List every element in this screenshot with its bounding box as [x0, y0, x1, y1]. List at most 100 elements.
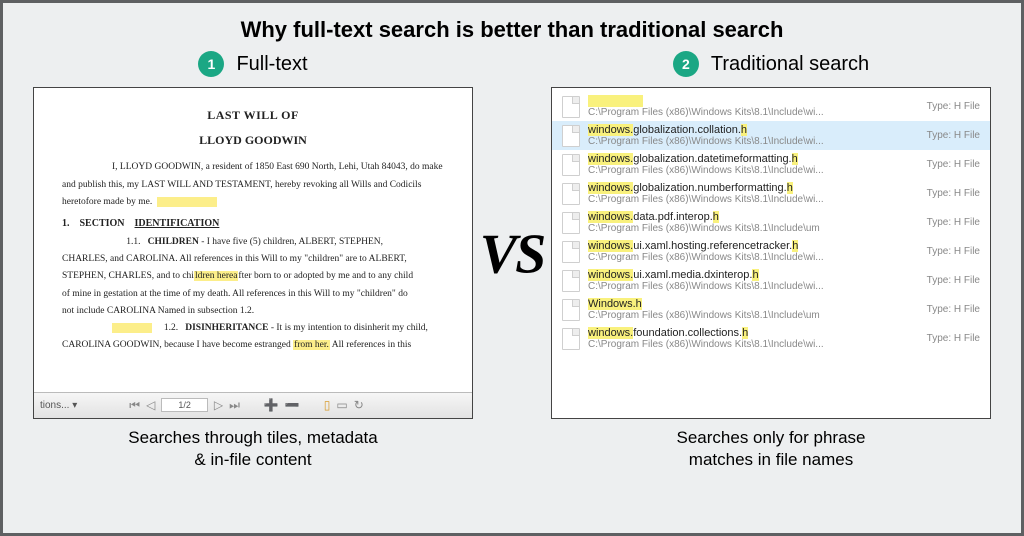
file-name [588, 95, 919, 107]
file-type: Type: H File [927, 304, 980, 315]
page-number-input[interactable]: 1/2 [161, 398, 208, 412]
file-row[interactable]: Windows.hC:\Program Files (x86)\Windows … [552, 295, 990, 324]
pdf-viewer-toolbar: tions... ▾ ⏮ ◁ 1/2 ▷ ⏭ ➕ ➖ ▯ ▭ ↻ [34, 392, 472, 418]
file-row[interactable]: windows.globalization.numberformatting.h… [552, 179, 990, 208]
file-type: Type: H File [927, 246, 980, 257]
doc-para-line: and publish this, my LAST WILL AND TESTA… [62, 178, 444, 193]
file-path: C:\Program Files (x86)\Windows Kits\8.1\… [588, 310, 919, 321]
file-main: windows.data.pdf.interop.hC:\Program Fil… [588, 211, 919, 234]
file-name: windows.foundation.collections.h [588, 327, 919, 339]
doc-para-line: CHARLES, and CAROLINA. All references in… [62, 252, 444, 267]
options-dropdown[interactable]: tions... ▾ [40, 400, 77, 411]
file-main: windows.globalization.datetimeformatting… [588, 153, 919, 176]
file-path: C:\Program Files (x86)\Windows Kits\8.1\… [588, 252, 919, 263]
doc-subsection-line: 1.2. DISINHERITANCE - It is my intention… [62, 321, 444, 336]
file-row[interactable]: windows.data.pdf.interop.hC:\Program Fil… [552, 208, 990, 237]
file-main: windows.globalization.collation.hC:\Prog… [588, 124, 919, 147]
file-main: windows.ui.xaml.media.dxinterop.hC:\Prog… [588, 269, 919, 292]
badge-two: 2 [673, 51, 699, 77]
doc-text: CAROLINA GOODWIN, because I have become … [62, 340, 293, 350]
traditional-header: 2 Traditional search [551, 51, 991, 77]
highlight-mark [157, 197, 217, 207]
file-icon [562, 154, 580, 176]
doc-text: STEPHEN, CHARLES, and to chi [62, 271, 194, 281]
rotate-icon[interactable]: ↻ [354, 398, 364, 412]
last-page-icon[interactable]: ⏭ [229, 398, 240, 413]
doc-sub-title: CHILDREN [148, 237, 199, 247]
file-main: C:\Program Files (x86)\Windows Kits\8.1\… [588, 95, 919, 118]
file-row[interactable]: windows.foundation.collections.hC:\Progr… [552, 324, 990, 353]
file-path: C:\Program Files (x86)\Windows Kits\8.1\… [588, 107, 919, 118]
doc-para-line: I, LLOYD GOODWIN, a resident of 1850 Eas… [62, 160, 444, 175]
file-type: Type: H File [927, 217, 980, 228]
doc-text: fter born to or adopted by me and to any… [238, 271, 413, 281]
fulltext-caption: Searches through tiles, metadata & in-fi… [33, 419, 473, 471]
caption-line: & in-file content [33, 449, 473, 471]
file-name: windows.globalization.datetimeformatting… [588, 153, 919, 165]
doc-sub-num: 1.1. [126, 237, 140, 247]
file-path: C:\Program Files (x86)\Windows Kits\8.1\… [588, 339, 919, 350]
doc-para-line: CAROLINA GOODWIN, because I have become … [62, 338, 444, 353]
file-main: windows.ui.xaml.hosting.referencetracker… [588, 240, 919, 263]
traditional-caption: Searches only for phrase matches in file… [551, 419, 991, 471]
zoom-in-icon[interactable]: ➕ [264, 398, 279, 412]
fulltext-column: 1 Full-text LAST WILL OF LLOYD GOODWIN I… [33, 51, 473, 471]
doc-sub-num: 1.2. [164, 323, 178, 333]
next-page-icon[interactable]: ▷ [214, 398, 223, 412]
highlight-mark: from her. [293, 340, 330, 350]
file-name: windows.data.pdf.interop.h [588, 211, 919, 223]
file-icon [562, 328, 580, 350]
file-type: Type: H File [927, 275, 980, 286]
file-icon [562, 183, 580, 205]
file-main: windows.globalization.numberformatting.h… [588, 182, 919, 205]
doc-text: - I have five (5) children, ALBERT, STEP… [201, 237, 383, 247]
file-main: Windows.hC:\Program Files (x86)\Windows … [588, 298, 919, 321]
doc-sec-label: SECTION [80, 218, 125, 229]
traditional-title: Traditional search [711, 53, 869, 76]
file-icon [562, 96, 580, 118]
file-icon [562, 241, 580, 263]
zoom-out-icon[interactable]: ➖ [285, 398, 300, 412]
file-name: Windows.h [588, 298, 919, 310]
page-title: Why full-text search is better than trad… [3, 3, 1021, 51]
file-type: Type: H File [927, 101, 980, 112]
file-row[interactable]: windows.ui.xaml.media.dxinterop.hC:\Prog… [552, 266, 990, 295]
caption-line: Searches only for phrase [551, 427, 991, 449]
fit-width-icon[interactable]: ▭ [336, 398, 347, 412]
doc-heading-2: LLOYD GOODWIN [62, 131, 444, 150]
file-name: windows.ui.xaml.media.dxinterop.h [588, 269, 919, 281]
file-row[interactable]: windows.globalization.datetimeformatting… [552, 150, 990, 179]
file-row[interactable]: windows.ui.xaml.hosting.referencetracker… [552, 237, 990, 266]
doc-para-line: not include CAROLINA Named in subsection… [62, 304, 444, 319]
file-path: C:\Program Files (x86)\Windows Kits\8.1\… [588, 165, 919, 176]
file-row[interactable]: C:\Program Files (x86)\Windows Kits\8.1\… [552, 92, 990, 121]
file-icon [562, 125, 580, 147]
badge-one: 1 [198, 51, 224, 77]
file-type: Type: H File [927, 130, 980, 141]
file-results-panel: C:\Program Files (x86)\Windows Kits\8.1\… [551, 87, 991, 419]
first-page-icon[interactable]: ⏮ [129, 398, 140, 413]
document-preview-panel: LAST WILL OF LLOYD GOODWIN I, LLOYD GOOD… [33, 87, 473, 419]
file-type: Type: H File [927, 188, 980, 199]
caption-line: matches in file names [551, 449, 991, 471]
file-row[interactable]: windows.globalization.collation.hC:\Prog… [552, 121, 990, 150]
highlight-mark [112, 323, 152, 333]
file-icon [562, 212, 580, 234]
caption-line: Searches through tiles, metadata [33, 427, 473, 449]
fit-page-icon[interactable]: ▯ [324, 398, 331, 412]
fulltext-title: Full-text [236, 53, 307, 76]
prev-page-icon[interactable]: ◁ [146, 398, 155, 412]
file-icon [562, 270, 580, 292]
document-body: LAST WILL OF LLOYD GOODWIN I, LLOYD GOOD… [34, 88, 472, 385]
file-path: C:\Program Files (x86)\Windows Kits\8.1\… [588, 136, 919, 147]
file-name: windows.globalization.collation.h [588, 124, 919, 136]
file-name: windows.globalization.numberformatting.h [588, 182, 919, 194]
file-path: C:\Program Files (x86)\Windows Kits\8.1\… [588, 194, 919, 205]
doc-para-line: STEPHEN, CHARLES, and to children hereaf… [62, 269, 444, 284]
doc-heading-1: LAST WILL OF [62, 106, 444, 125]
file-path: C:\Program Files (x86)\Windows Kits\8.1\… [588, 281, 919, 292]
file-name: windows.ui.xaml.hosting.referencetracker… [588, 240, 919, 252]
file-main: windows.foundation.collections.hC:\Progr… [588, 327, 919, 350]
fulltext-header: 1 Full-text [33, 51, 473, 77]
vs-text: VS [480, 224, 545, 286]
